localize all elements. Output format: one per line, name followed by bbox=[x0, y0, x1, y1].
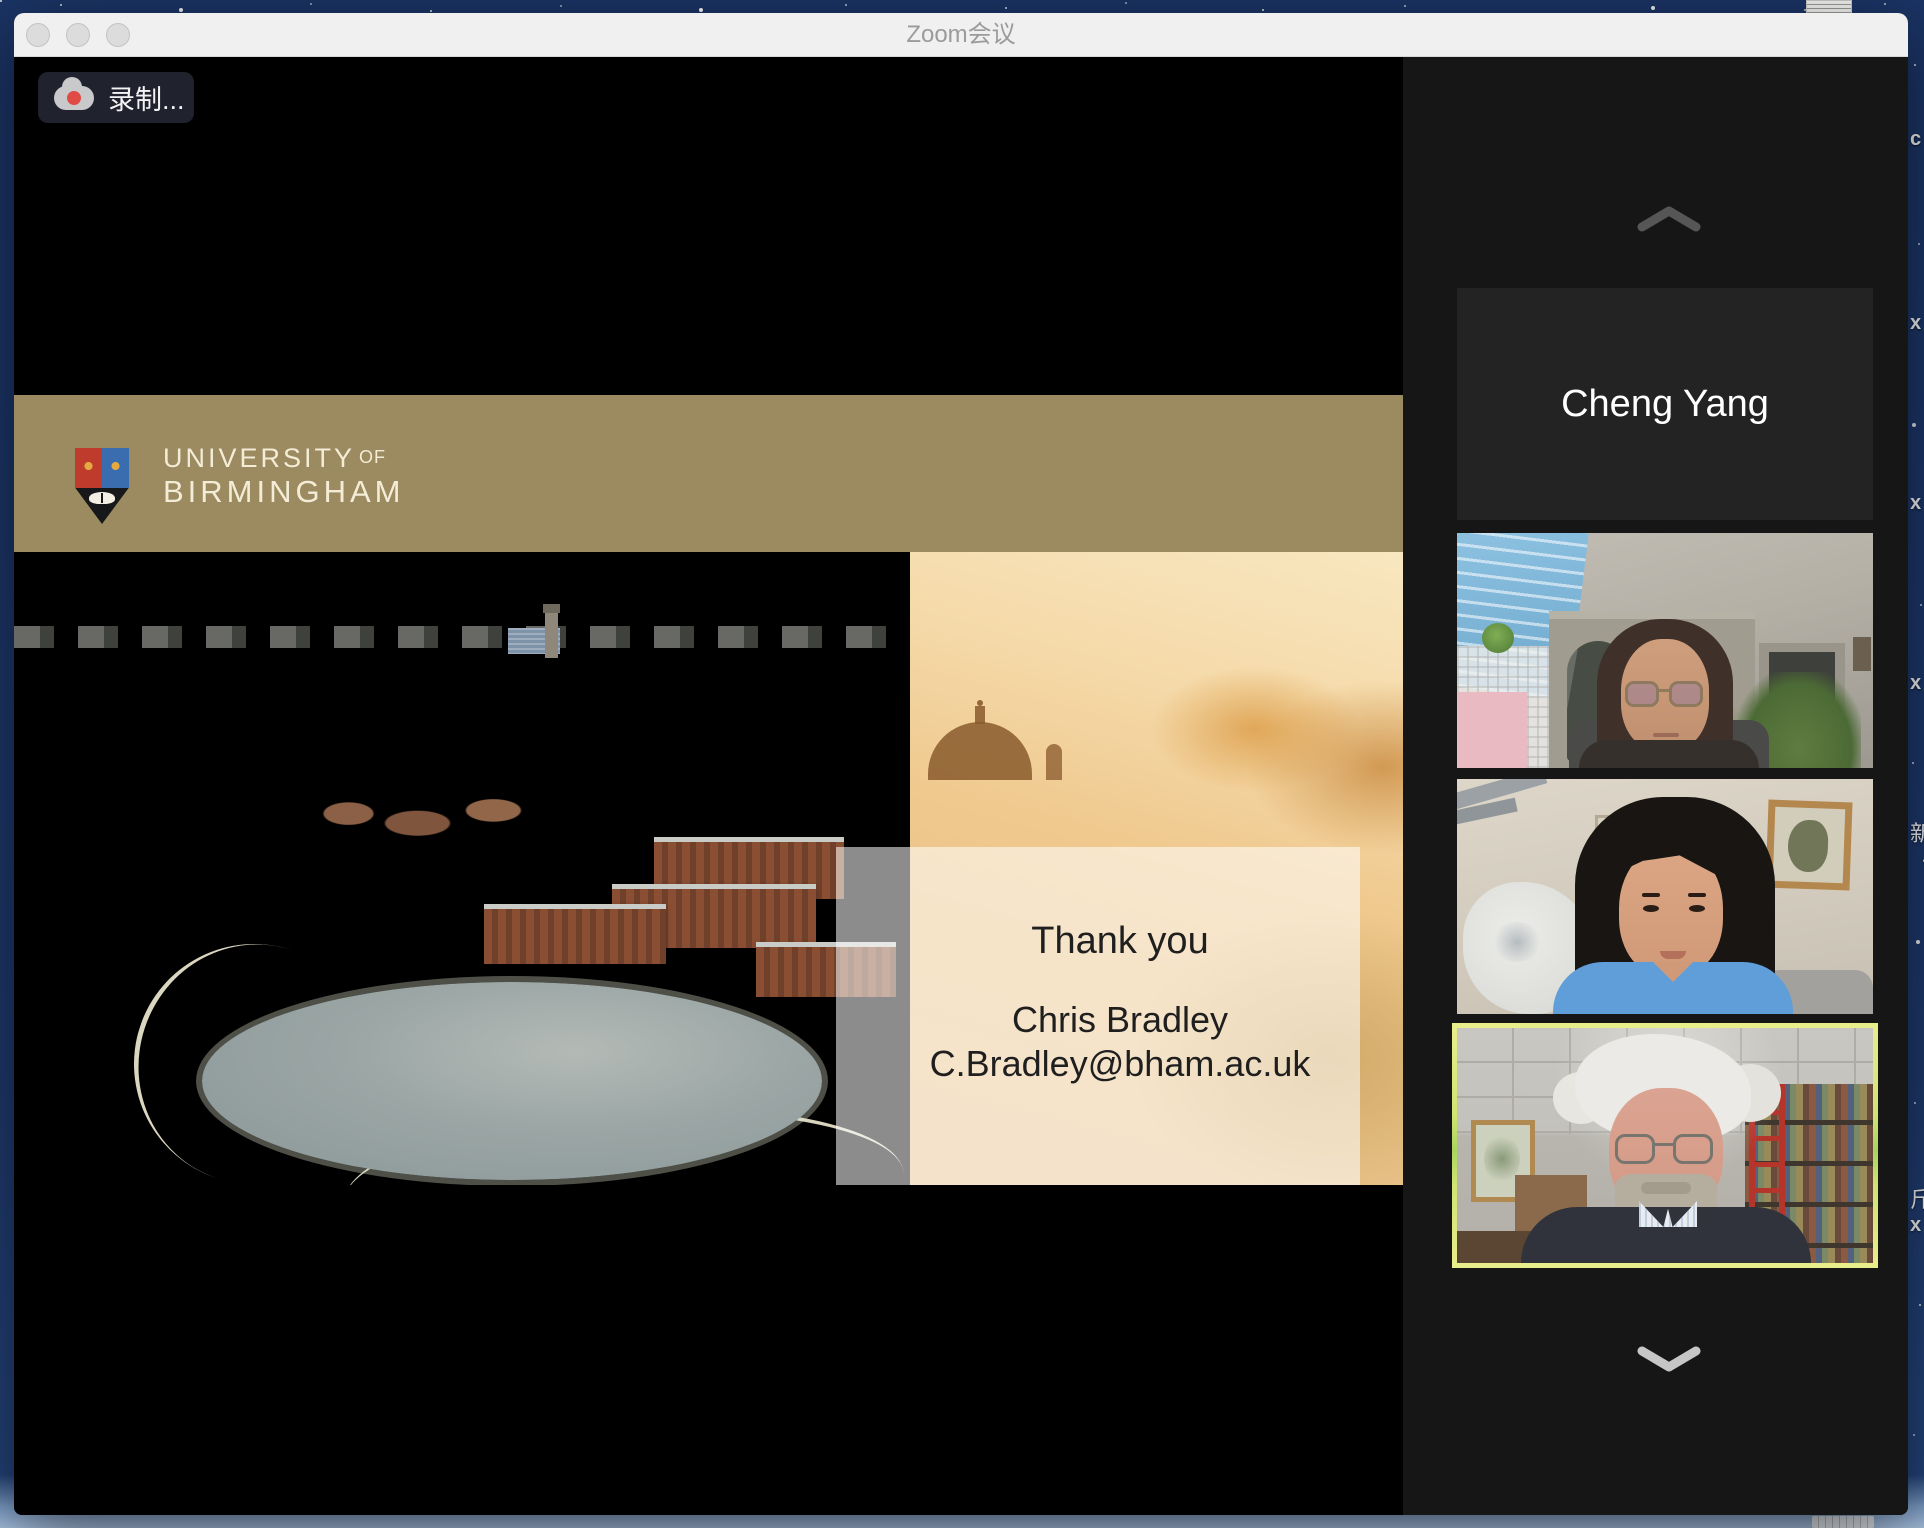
participant-tile-video[interactable] bbox=[1457, 779, 1873, 1014]
slide-header-band: UNIVERSITYOF BIRMINGHAM bbox=[14, 395, 1403, 552]
photo-residence-block bbox=[484, 904, 666, 964]
presenter-email: C.Bradley@bham.ac.uk bbox=[910, 1043, 1330, 1085]
photo-clock-tower bbox=[545, 612, 558, 658]
close-button[interactable] bbox=[26, 23, 50, 47]
office-picture-frame bbox=[1853, 637, 1871, 671]
window-titlebar: Zoom会议 bbox=[14, 13, 1908, 57]
chevron-up-icon bbox=[1635, 202, 1703, 234]
desktop-label-fragment: 斤 bbox=[1910, 1182, 1924, 1214]
university-of: OF bbox=[359, 447, 386, 467]
university-line1: UNIVERSITY bbox=[163, 443, 355, 473]
participant-tile-video-active[interactable] bbox=[1457, 1028, 1873, 1263]
chevron-down-icon bbox=[1635, 1343, 1703, 1375]
home-picture-frame bbox=[1765, 800, 1852, 891]
window-title: Zoom会议 bbox=[14, 13, 1908, 57]
crest-blue-quarter bbox=[102, 448, 129, 488]
office-pink-object bbox=[1457, 692, 1527, 768]
participants-sidebar: Cheng Yang bbox=[1403, 57, 1908, 1515]
photo-city-skyline bbox=[14, 626, 910, 648]
university-wordmark: UNIVERSITYOF BIRMINGHAM bbox=[163, 443, 405, 508]
eyeglasses bbox=[1615, 1134, 1717, 1166]
slide-closing-text: Thank you Chris Bradley C.Bradley@bham.a… bbox=[910, 920, 1330, 1085]
desktop-file-icon-bottom[interactable] bbox=[1812, 1516, 1874, 1528]
participant-tile-name-card[interactable]: Cheng Yang bbox=[1457, 288, 1873, 520]
recording-indicator[interactable]: 录制... bbox=[38, 72, 194, 123]
desktop-label-fragment: x bbox=[1910, 492, 1921, 515]
office-green-object bbox=[1482, 623, 1514, 653]
desktop-label-fragment: x bbox=[1910, 672, 1921, 695]
photo-campus-left bbox=[14, 552, 910, 1185]
campus-aerial-photo: Thank you Chris Bradley C.Bradley@bham.a… bbox=[14, 552, 1403, 1185]
desktop-label-fragment: 〈 bbox=[1910, 844, 1924, 876]
photo-dome-silhouette bbox=[928, 700, 1032, 780]
presentation-stage: 录制... UNIVERSITYOF BIR bbox=[14, 57, 1403, 1515]
thank-you-text: Thank you bbox=[910, 920, 1330, 963]
scroll-up-chevron-button[interactable] bbox=[1635, 202, 1703, 234]
shared-slide: UNIVERSITYOF BIRMINGHAM bbox=[14, 395, 1403, 1185]
university-crest-logo bbox=[75, 448, 129, 524]
university-line2: BIRMINGHAM bbox=[163, 476, 405, 508]
desktop-label-fragment: x bbox=[1910, 312, 1921, 335]
zoom-button[interactable] bbox=[106, 23, 130, 47]
desktop-file-icon-top[interactable] bbox=[1806, 0, 1852, 13]
participant-tile-video[interactable] bbox=[1457, 533, 1873, 768]
desktop: c x x x 新 〈 斤 x 录制... bbox=[0, 0, 1924, 1528]
participant-name: Cheng Yang bbox=[1561, 383, 1769, 426]
active-speaker-highlight bbox=[1452, 1023, 1878, 1268]
crest-red-quarter bbox=[75, 448, 102, 488]
eyeglasses bbox=[1625, 681, 1705, 709]
minimize-button[interactable] bbox=[66, 23, 90, 47]
presenter-name: Chris Bradley bbox=[910, 999, 1330, 1041]
wallpaper-stars bbox=[0, 0, 2, 2]
cloud-recording-icon bbox=[54, 86, 94, 110]
crest-base bbox=[75, 488, 129, 524]
recording-label: 录制... bbox=[108, 78, 185, 117]
desktop-label-fragment: x bbox=[1910, 1214, 1921, 1237]
blue-shirt bbox=[1553, 962, 1793, 1014]
crest-open-book bbox=[89, 492, 115, 504]
photo-houses bbox=[314, 788, 544, 852]
desktop-label-fragment: c bbox=[1910, 128, 1921, 151]
scroll-down-chevron-button[interactable] bbox=[1635, 1343, 1703, 1375]
dark-sweater bbox=[1521, 1207, 1811, 1263]
photo-lake bbox=[202, 982, 822, 1180]
zoom-meeting-window: 录制... UNIVERSITYOF BIR bbox=[14, 13, 1908, 1515]
